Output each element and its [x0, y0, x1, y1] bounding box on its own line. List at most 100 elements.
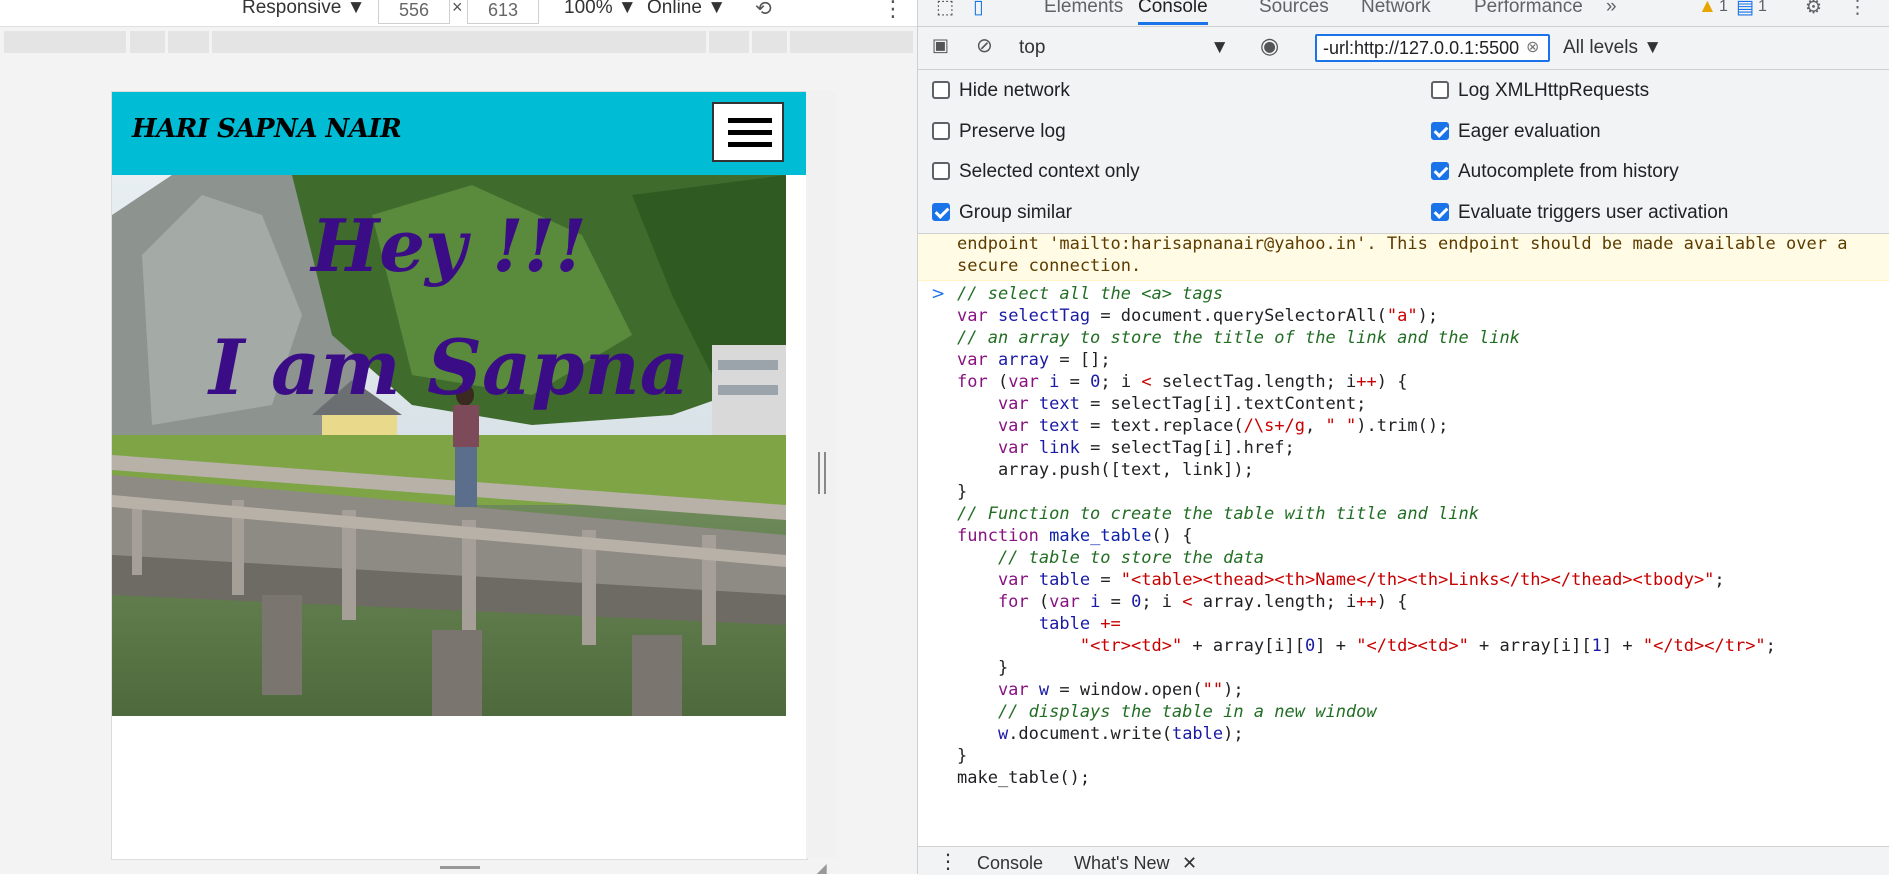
code-line: }	[957, 482, 968, 502]
code-line: // an array to store the title of the li…	[957, 328, 1520, 348]
media-query-ruler-segment[interactable]	[212, 31, 706, 53]
code-line: make_table();	[957, 768, 1091, 788]
sidebar-toggle-icon[interactable]: ▣	[932, 35, 949, 56]
tab-sources[interactable]: Sources	[1259, 0, 1329, 18]
inspect-element-icon[interactable]: ⬚	[936, 0, 954, 19]
tab-elements[interactable]: Elements	[1044, 0, 1123, 18]
code-line: // table to store the data	[957, 548, 1265, 568]
code-line: // displays the table in a new window	[957, 702, 1377, 722]
gear-icon[interactable]: ⚙	[1805, 0, 1822, 19]
warning-count[interactable]: 1	[1719, 0, 1728, 16]
message-count[interactable]: 1	[1758, 0, 1767, 16]
option-label: Hide network	[959, 80, 1070, 101]
rotate-icon[interactable]: ⟲	[755, 0, 772, 21]
hero-greeting: Hey !!!	[311, 203, 587, 288]
drawer-menu-icon[interactable]: ⋮	[938, 849, 958, 874]
zoom-select[interactable]: 100% ▼	[564, 0, 637, 19]
drawer-tab-bar: ⋮ Console What's New ✕	[918, 846, 1889, 875]
device-toggle-icon[interactable]: ▯	[973, 0, 983, 19]
message-icon[interactable]: ▤	[1736, 0, 1754, 19]
prompt-chevron-icon: >	[931, 284, 946, 304]
log-levels-select[interactable]: All levels ▼	[1563, 37, 1662, 59]
code-line: var selectTag = document.querySelectorAl…	[957, 306, 1439, 326]
hamburger-bar	[728, 118, 772, 123]
resize-handle-corner[interactable]: ◢	[816, 860, 827, 874]
device-toolbar: Responsive ▼ 556 × 613 100% ▼ Online ▼ ⟲…	[0, 0, 917, 27]
code-line: var w = window.open("");	[957, 680, 1244, 700]
media-query-ruler-segment[interactable]	[790, 31, 913, 53]
devtools-tab-bar: ⬚ ▯ Elements Console Sources Network Per…	[918, 0, 1889, 27]
media-query-ruler-segment[interactable]	[752, 31, 787, 53]
media-query-ruler-segment[interactable]	[709, 31, 749, 53]
device-select[interactable]: Responsive ▼	[242, 0, 365, 19]
drawer-tab-whats-new[interactable]: What's New	[1074, 853, 1169, 874]
code-line: w.document.write(table);	[957, 724, 1244, 744]
hamburger-menu-button[interactable]	[712, 102, 784, 162]
close-icon[interactable]: ✕	[1182, 853, 1197, 874]
media-query-ruler-segment[interactable]	[168, 31, 209, 53]
filter-input[interactable]: -url:http://127.0.0.1:5500	[1315, 34, 1550, 62]
log-levels-label: All levels	[1563, 37, 1638, 58]
height-input[interactable]: 613	[467, 0, 539, 24]
tab-performance[interactable]: Performance	[1474, 0, 1583, 18]
code-line: for (var i = 0; i < array.length; i++) {	[957, 592, 1408, 612]
option-label: Eager evaluation	[1458, 121, 1601, 142]
checkbox[interactable]	[932, 122, 950, 140]
emulated-page: HARI SAPNA NAIR Hey !!! I am Sapna	[111, 91, 808, 860]
code-line: var link = selectTag[i].href;	[957, 438, 1295, 458]
hamburger-bar	[728, 130, 772, 135]
option-label: Evaluate triggers user activation	[1458, 202, 1729, 223]
zoom-label: 100%	[564, 0, 613, 18]
option-label: Group similar	[959, 202, 1072, 223]
tab-network[interactable]: Network	[1361, 0, 1431, 18]
media-query-ruler-segment[interactable]	[4, 31, 126, 53]
checkbox[interactable]	[1431, 162, 1449, 180]
hamburger-bar	[728, 142, 772, 147]
caret-down-icon: ▼	[707, 0, 727, 18]
devtools-panel: ⬚ ▯ Elements Console Sources Network Per…	[917, 0, 1889, 875]
checkbox[interactable]	[1431, 81, 1449, 99]
context-select[interactable]: top ▼	[1019, 37, 1229, 59]
checkbox[interactable]	[932, 203, 950, 221]
clear-console-icon[interactable]: ⊘	[976, 33, 993, 58]
eye-icon[interactable]: ◉	[1260, 33, 1279, 59]
caret-down-icon: ▼	[1210, 37, 1229, 58]
media-query-ruler-segment[interactable]	[130, 31, 165, 53]
device-select-label: Responsive	[242, 0, 342, 18]
resize-handle-right[interactable]	[818, 452, 826, 494]
context-label: top	[1019, 37, 1046, 58]
console-toolbar: ▣ ⊘ top ▼ ◉ -url:http://127.0.0.1:5500 ⊗…	[918, 27, 1889, 70]
warning-line: endpoint 'mailto:harisapnanair@yahoo.in'…	[957, 234, 1848, 254]
clear-filter-icon[interactable]: ⊗	[1526, 37, 1539, 57]
checkbox[interactable]	[932, 81, 950, 99]
warning-icon[interactable]: ▲	[1698, 0, 1717, 18]
option-label: Autocomplete from history	[1458, 161, 1679, 182]
resize-handle-bottom[interactable]	[440, 866, 480, 869]
site-title[interactable]: HARI SAPNA NAIR	[132, 114, 402, 144]
code-line: var text = selectTag[i].textContent;	[957, 394, 1367, 414]
more-options-icon[interactable]: ⋮	[1848, 0, 1867, 19]
code-line: var text = text.replace(/\s+/g, " ").tri…	[957, 416, 1449, 436]
network-throttle-select[interactable]: Online ▼	[647, 0, 726, 19]
more-options-icon[interactable]: ⋮	[882, 0, 904, 22]
code-line: function make_table() {	[957, 526, 1193, 546]
tab-console[interactable]: Console	[1138, 0, 1208, 25]
checkbox[interactable]	[932, 162, 950, 180]
device-emulation-pane: Responsive ▼ 556 × 613 100% ▼ Online ▼ ⟲…	[0, 0, 917, 874]
more-tabs-icon[interactable]: »	[1606, 0, 1617, 18]
warning-line: secure connection.	[957, 256, 1142, 276]
width-input[interactable]: 556	[378, 0, 450, 24]
checkbox[interactable]	[1431, 203, 1449, 221]
hero-name: I am Sapna	[209, 323, 689, 412]
checkbox[interactable]	[1431, 122, 1449, 140]
code-line: "<tr><td>" + array[i][0] + "</td><td>" +…	[1079, 636, 1776, 656]
caret-down-icon: ▼	[617, 0, 637, 18]
network-label: Online	[647, 0, 702, 18]
drawer-tab-console[interactable]: Console	[977, 853, 1043, 874]
site-header: HARI SAPNA NAIR	[112, 92, 807, 175]
code-line: }	[957, 658, 1009, 678]
code-line: // Function to create the table with tit…	[957, 504, 1479, 524]
option-label: Selected context only	[959, 161, 1140, 182]
console-settings: Hide network Log XMLHttpRequests Preserv…	[918, 70, 1889, 234]
code-line: table +=	[957, 614, 1121, 634]
